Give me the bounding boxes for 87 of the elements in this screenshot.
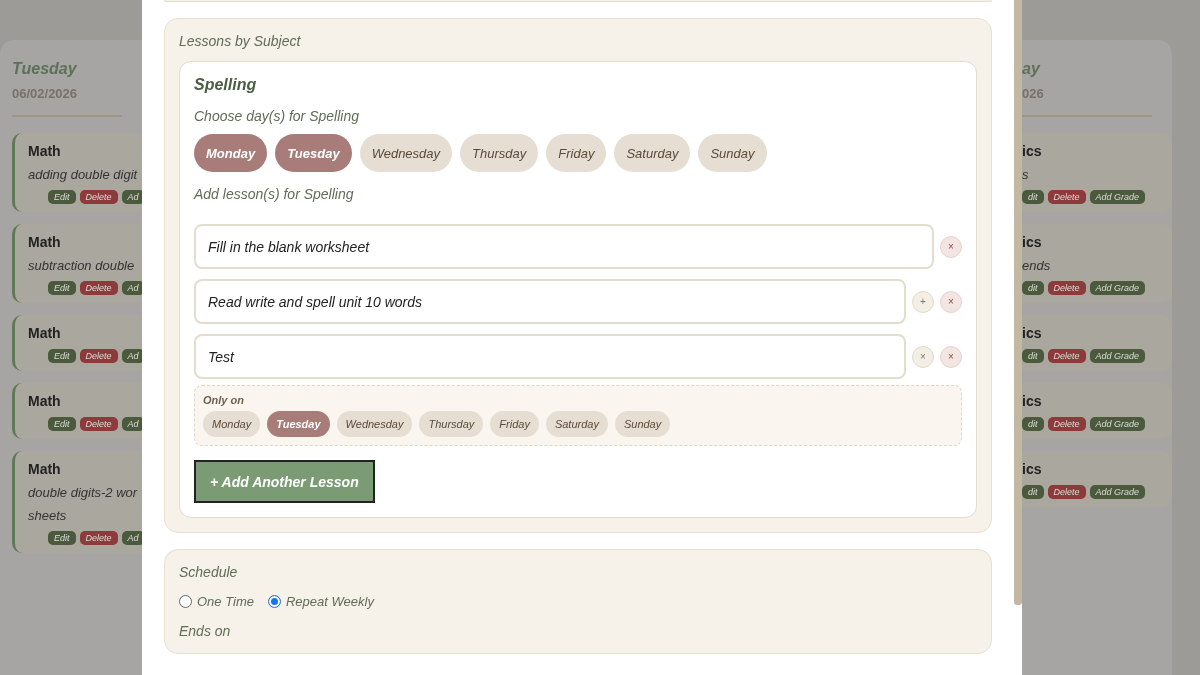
day-chip[interactable]: Friday: [546, 134, 607, 172]
scrollbar-thumb[interactable]: [1014, 0, 1022, 605]
edit-button[interactable]: Edit: [48, 531, 76, 545]
delete-button[interactable]: Delete: [79, 281, 118, 295]
add-grade-button[interactable]: Add Grade: [1089, 190, 1146, 204]
edit-button[interactable]: dit: [1022, 281, 1044, 295]
day-chip[interactable]: Thursday: [460, 134, 539, 172]
add-grade-button[interactable]: Add Grade: [1089, 349, 1146, 363]
lesson-description: sheets: [28, 508, 68, 523]
lesson-description: s: [1022, 167, 1030, 182]
delete-button[interactable]: Delete: [79, 349, 118, 363]
lesson-input[interactable]: Test: [194, 334, 906, 379]
subject-title: Spelling: [194, 76, 258, 94]
day-chip[interactable]: Wednesday: [336, 411, 413, 437]
section-heading: Lessons by Subject: [179, 33, 302, 49]
days-label: Choose day(s) for Spelling: [194, 108, 360, 124]
add-grade-button[interactable]: Add Grade: [1089, 485, 1146, 499]
remove-button[interactable]: ×: [940, 235, 962, 258]
edit-button[interactable]: dit: [1022, 485, 1044, 499]
day-chip[interactable]: Thursday: [419, 411, 484, 437]
day-chip[interactable]: Saturday: [545, 411, 608, 437]
day-date: 06/02/2026: [12, 86, 79, 101]
edit-button[interactable]: dit: [1022, 349, 1044, 363]
option-label: Repeat Weekly: [285, 594, 374, 609]
lesson-description: adding double digit: [28, 167, 139, 182]
delete-button[interactable]: Delete: [79, 417, 118, 431]
remove-button[interactable]: ×: [940, 290, 962, 313]
lesson-subject: Math: [28, 143, 62, 159]
edit-button[interactable]: Edit: [48, 417, 76, 431]
option-label: One Time: [197, 594, 254, 609]
lesson-subject: Math: [28, 393, 62, 409]
add-grade-button[interactable]: Ad: [121, 281, 142, 295]
lessons-label: Add lesson(s) for Spelling: [194, 186, 355, 202]
only-on-label: Only on: [203, 394, 245, 406]
day-date: 026: [1022, 86, 1045, 101]
schedule-option[interactable]: One Time: [179, 594, 254, 609]
day-chip[interactable]: Tuesday: [275, 134, 352, 172]
lesson-description: ends: [1022, 258, 1052, 273]
delete-button[interactable]: Delete: [79, 531, 118, 545]
add-grade-button[interactable]: Add Grade: [1089, 417, 1146, 431]
edit-button[interactable]: Edit: [48, 349, 76, 363]
day-chip[interactable]: Sunday: [698, 134, 767, 172]
day-chip[interactable]: Wednesday: [359, 134, 453, 172]
add-grade-button[interactable]: Ad: [121, 349, 142, 363]
day-chip[interactable]: Monday: [203, 411, 261, 437]
edit-button[interactable]: dit: [1022, 190, 1044, 204]
schedule-option[interactable]: Repeat Weekly: [267, 594, 374, 609]
section-heading: Schedule: [179, 564, 239, 580]
add-grade-button[interactable]: Ad: [121, 190, 142, 204]
lesson-subject: Math: [28, 234, 62, 250]
day-limit-button[interactable]: ×: [912, 345, 934, 368]
day-chip[interactable]: Saturday: [614, 134, 691, 172]
lesson-input[interactable]: Fill in the blank worksheet: [194, 224, 934, 269]
delete-button[interactable]: Delete: [1047, 190, 1086, 204]
lesson-input[interactable]: Read write and spell unit 10 words: [194, 279, 906, 324]
ends-label: Ends on: [179, 623, 232, 639]
delete-button[interactable]: Delete: [79, 190, 118, 204]
add-grade-button[interactable]: Add Grade: [1089, 281, 1146, 295]
lesson-subject: ics: [1022, 461, 1043, 477]
lesson-subject: ics: [1022, 325, 1043, 341]
edit-button[interactable]: Edit: [48, 281, 76, 295]
day-title: ay: [1022, 60, 1042, 78]
day-chip[interactable]: Tuesday: [267, 411, 330, 437]
delete-button[interactable]: Delete: [1047, 281, 1086, 295]
lesson-subject: ics: [1022, 234, 1043, 250]
add-lesson-button[interactable]: + Add Another Lesson: [194, 460, 375, 503]
radio-button[interactable]: [179, 595, 192, 608]
remove-button[interactable]: ×: [940, 345, 962, 368]
day-title: Tuesday: [12, 60, 78, 78]
add-grade-button[interactable]: Ad: [121, 531, 142, 545]
edit-button[interactable]: Edit: [48, 190, 76, 204]
day-chip[interactable]: Monday: [194, 134, 268, 172]
lesson-description: subtraction double: [28, 258, 136, 273]
delete-button[interactable]: Delete: [1047, 349, 1086, 363]
lesson-subject: Math: [28, 461, 62, 477]
delete-button[interactable]: Delete: [1047, 485, 1086, 499]
edit-button[interactable]: dit: [1022, 417, 1044, 431]
radio-button[interactable]: [267, 595, 281, 608]
delete-button[interactable]: Delete: [1047, 417, 1086, 431]
day-chip[interactable]: Sunday: [614, 411, 671, 437]
lesson-subject: Math: [28, 325, 62, 341]
day-limit-button[interactable]: +: [912, 290, 934, 313]
lesson-subject: ics: [1022, 143, 1043, 159]
day-chip[interactable]: Friday: [490, 411, 539, 437]
add-grade-button[interactable]: Ad: [121, 417, 142, 431]
lesson-subject: ics: [1022, 393, 1043, 409]
lesson-description: double digits-2 wor: [28, 485, 139, 500]
